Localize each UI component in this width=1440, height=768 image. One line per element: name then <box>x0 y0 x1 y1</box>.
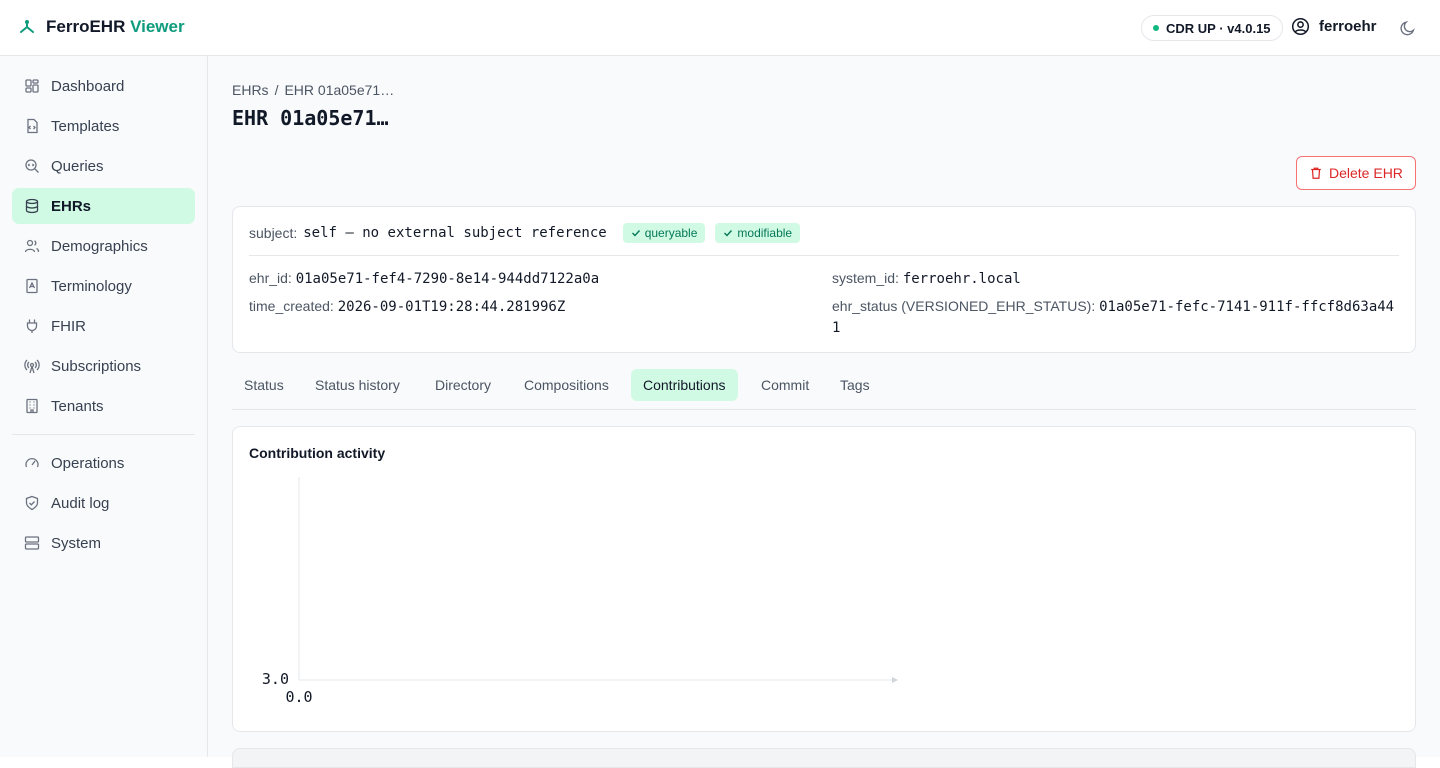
sidebar-divider <box>12 434 195 435</box>
ehr-id-field: ehr_id: 01a05e71-fef4-7290-8e14-944dd712… <box>249 268 599 289</box>
sidebar-item-label: Operations <box>51 454 125 472</box>
delete-ehr-label: Delete EHR <box>1329 165 1403 181</box>
delete-ehr-button[interactable]: Delete EHR <box>1296 156 1416 190</box>
template-icon <box>27 118 38 134</box>
ehr-status-field: ehr_status (VERSIONED_EHR_STATUS): 01a05… <box>832 296 1400 338</box>
system-id-value: ferroehr.local <box>902 271 1021 287</box>
dark-mode-toggle-icon[interactable] <box>1399 19 1417 37</box>
query-icon <box>25 159 39 173</box>
tab-contributions[interactable]: Contributions <box>631 369 738 401</box>
modifiable-badge: modifiable <box>715 223 801 243</box>
breadcrumb-root-link[interactable]: EHRs <box>232 82 269 98</box>
user-circle-icon <box>1291 17 1310 36</box>
tab-status-history[interactable]: Status history <box>303 369 412 401</box>
sidebar-item-templates[interactable]: Templates <box>12 108 195 144</box>
check-icon <box>724 230 733 237</box>
subject-row: subject: self — no external subject refe… <box>249 223 801 243</box>
tab-commit[interactable]: Commit <box>749 369 821 401</box>
ehr-status-label: ehr_status (VERSIONED_EHR_STATUS): <box>832 298 1096 314</box>
brand[interactable]: FerroEHR Viewer <box>18 17 185 37</box>
page-title: EHR 01a05e71… <box>232 106 389 130</box>
trash-icon <box>1311 167 1321 179</box>
contribution-activity-chart: 3.0 0.0 <box>262 477 898 706</box>
sidebar-item-demographics[interactable]: Demographics <box>12 228 195 264</box>
cdr-status-badge: CDR UP · v4.0.15 <box>1141 15 1283 41</box>
sidebar-item-ehrs[interactable]: EHRs <box>12 188 195 224</box>
sidebar-item-audit-log[interactable]: Audit log <box>12 485 195 521</box>
modifiable-badge-label: modifiable <box>737 226 793 240</box>
sidebar-item-label: FHIR <box>51 317 86 335</box>
sidebar-item-label: Queries <box>51 157 104 175</box>
book-icon <box>26 278 38 294</box>
building-icon <box>26 398 38 414</box>
subject-label: subject: <box>249 225 298 241</box>
sidebar-item-label: Audit log <box>51 494 110 512</box>
time-created-label: time_created: <box>249 298 334 314</box>
time-created-value: 2026-09-01T19:28:44.281996Z <box>337 299 566 315</box>
sidebar-item-label: Demographics <box>51 237 148 255</box>
username: ferroehr <box>1319 18 1377 35</box>
sidebar-item-fhir[interactable]: FHIR <box>12 308 195 344</box>
sidebar-item-tenants[interactable]: Tenants <box>12 388 195 424</box>
cdr-status-text: CDR UP · v4.0.15 <box>1166 20 1271 36</box>
x-tick-label: 0.0 <box>285 688 312 706</box>
sidebar-item-terminology[interactable]: Terminology <box>12 268 195 304</box>
y-tick-label: 3.0 <box>262 670 289 688</box>
database-icon <box>25 198 39 214</box>
plug-icon <box>26 319 38 333</box>
next-card-edge <box>232 748 1416 768</box>
x-axis-arrow-icon <box>892 677 898 683</box>
sidebar: Dashboard Templates Queries EHRs Demogra… <box>0 56 208 757</box>
ehr-info-card: subject: self — no external subject refe… <box>232 206 1416 353</box>
user-menu[interactable]: ferroehr <box>1291 17 1377 36</box>
gauge-icon <box>25 457 39 468</box>
contribution-activity-card: Contribution activity 3.0 0.0 <box>232 426 1416 732</box>
ehr-id-label: ehr_id: <box>249 270 292 286</box>
ehr-tabs: Status Status history Directory Composit… <box>232 368 1416 410</box>
sidebar-item-label: Subscriptions <box>51 357 142 375</box>
sidebar-item-label: Terminology <box>51 277 132 295</box>
logo-icon <box>20 20 34 33</box>
broadcast-icon <box>24 359 40 374</box>
shield-icon <box>25 495 39 511</box>
breadcrumb: EHRs / EHR 01a05e71… <box>232 82 394 98</box>
status-dot-icon <box>1153 25 1159 31</box>
sidebar-item-label: Tenants <box>51 397 104 415</box>
info-divider <box>249 255 1399 256</box>
sidebar-item-label: Dashboard <box>51 77 125 95</box>
dashboard-icon <box>25 79 39 93</box>
tab-tags[interactable]: Tags <box>828 369 882 401</box>
sidebar-item-label: EHRs <box>51 197 92 215</box>
sidebar-item-operations[interactable]: Operations <box>12 445 195 481</box>
server-icon <box>24 536 40 550</box>
sidebar-item-queries[interactable]: Queries <box>12 148 195 184</box>
users-icon <box>24 239 40 253</box>
sidebar-item-label: Templates <box>51 117 120 135</box>
breadcrumb-current: EHR 01a05e71… <box>284 82 395 98</box>
system-id-label: system_id: <box>832 270 899 286</box>
sidebar-item-label: System <box>51 534 102 552</box>
breadcrumb-separator: / <box>274 82 279 98</box>
chart-title: Contribution activity <box>249 445 386 461</box>
sidebar-item-system[interactable]: System <box>12 525 195 561</box>
tab-status[interactable]: Status <box>232 369 296 401</box>
check-icon <box>631 230 640 237</box>
sidebar-item-dashboard[interactable]: Dashboard <box>12 68 195 104</box>
system-id-field: system_id: ferroehr.local <box>832 268 1021 289</box>
queryable-badge-label: queryable <box>644 226 698 240</box>
brand-name: FerroEHR <box>46 17 126 36</box>
tab-compositions[interactable]: Compositions <box>512 369 621 401</box>
main-content: EHRs / EHR 01a05e71… EHR 01a05e71… Delet… <box>208 56 1440 768</box>
subject-value: self — no external subject reference <box>303 225 607 241</box>
top-bar: FerroEHR Viewer CDR UP · v4.0.15 ferroeh… <box>0 0 1440 56</box>
queryable-badge: queryable <box>622 223 706 243</box>
time-created-field: time_created: 2026-09-01T19:28:44.281996… <box>249 296 565 317</box>
ehr-id-value: 01a05e71-fef4-7290-8e14-944dd7122a0a <box>295 271 600 287</box>
tab-directory[interactable]: Directory <box>423 369 503 401</box>
brand-suffix: Viewer <box>130 17 185 36</box>
sidebar-item-subscriptions[interactable]: Subscriptions <box>12 348 195 384</box>
